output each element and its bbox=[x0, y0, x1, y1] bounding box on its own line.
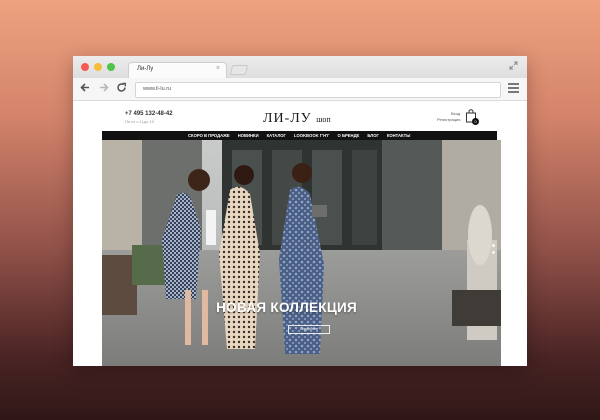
maximize-window-button[interactable] bbox=[107, 63, 115, 71]
working-hours: Пн-пт с 11до 19 bbox=[125, 119, 154, 124]
login-link[interactable]: Вход bbox=[451, 111, 460, 116]
nav-item-contacts[interactable]: КОНТАКТЫ bbox=[387, 133, 410, 138]
browser-title-bar: Ли-Лу × bbox=[73, 56, 527, 79]
nav-item-about[interactable]: О БРЕНДЕ bbox=[338, 133, 360, 138]
main-navigation: СКОРО В ПРОДАЖЕ НОВИНКИ КАТАЛОГ LOOKBOOK… bbox=[102, 131, 497, 146]
browser-tab[interactable]: Ли-Лу × bbox=[128, 62, 227, 79]
logo-sub-text: шоп bbox=[316, 115, 331, 124]
browser-window: Ли-Лу × www.li-lu.ru +7 495 132-48-42 Пн… bbox=[73, 56, 527, 366]
nav-item-coming-soon[interactable]: СКОРО В ПРОДАЖЕ bbox=[188, 133, 230, 138]
nav-items: СКОРО В ПРОДАЖЕ НОВИНКИ КАТАЛОГ LOOKBOOK… bbox=[188, 131, 425, 146]
new-tab-button[interactable] bbox=[229, 65, 249, 75]
slider-dot[interactable] bbox=[492, 244, 495, 247]
hamburger-menu-icon[interactable] bbox=[508, 83, 519, 95]
address-bar[interactable]: www.li-lu.ru bbox=[135, 82, 501, 98]
tab-close-icon[interactable]: × bbox=[216, 65, 220, 72]
search-icon[interactable] bbox=[418, 133, 425, 146]
nav-item-lookbook[interactable]: LOOKBOOK Г'Н'Г bbox=[294, 133, 330, 138]
back-arrow-icon[interactable] bbox=[80, 82, 91, 96]
hero-banner[interactable]: НОВАЯ КОЛЛЕКЦИЯ Подробнее bbox=[102, 140, 501, 366]
site-logo[interactable]: ЛИ-ЛУ шоп bbox=[263, 111, 331, 127]
logo-main-text: ЛИ-ЛУ bbox=[263, 111, 312, 126]
minimize-window-button[interactable] bbox=[94, 63, 102, 71]
browser-toolbar: www.li-lu.ru bbox=[73, 78, 527, 101]
close-window-button[interactable] bbox=[81, 63, 89, 71]
fullscreen-icon[interactable] bbox=[509, 61, 518, 72]
nav-item-blog[interactable]: БЛОГ bbox=[367, 133, 378, 138]
url-text: www.li-lu.ru bbox=[143, 86, 172, 92]
tab-title: Ли-Лу bbox=[137, 66, 154, 72]
forward-arrow-icon[interactable] bbox=[98, 82, 109, 96]
web-page: +7 495 132-48-42 Пн-пт с 11до 19 ЛИ-ЛУ ш… bbox=[73, 101, 527, 366]
cart-count-badge: 0 bbox=[472, 118, 479, 125]
nav-item-catalog[interactable]: КАТАЛОГ bbox=[267, 133, 286, 138]
slider-dot[interactable] bbox=[492, 251, 495, 254]
slider-dots bbox=[492, 244, 495, 258]
nav-item-new[interactable]: НОВИНКИ bbox=[238, 133, 259, 138]
hero-button[interactable]: Подробнее bbox=[288, 325, 330, 334]
phone-number[interactable]: +7 495 132-48-42 bbox=[125, 111, 173, 117]
register-link[interactable]: Регистрация bbox=[437, 117, 460, 122]
reload-icon[interactable] bbox=[116, 82, 127, 96]
hero-title: НОВАЯ КОЛЛЕКЦИЯ bbox=[216, 300, 357, 315]
